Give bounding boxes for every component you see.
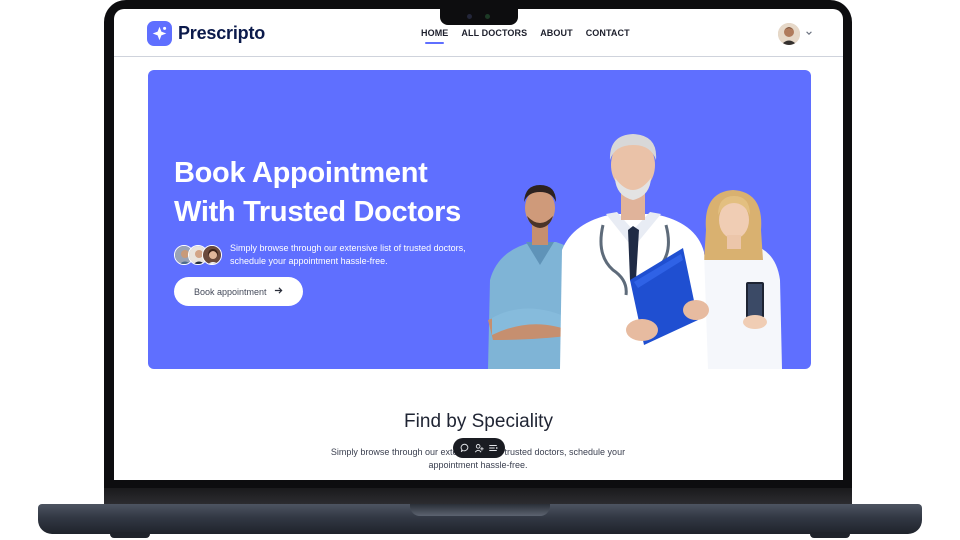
nav-link-contact[interactable]: CONTACT [586,28,630,38]
menu-list-icon[interactable] [487,442,499,454]
nav-link-about[interactable]: ABOUT [540,28,573,38]
user-add-icon[interactable] [473,442,485,454]
hero-subtitle: Simply browse through our extensive list… [230,242,480,268]
laptop-opening-notch [410,504,550,516]
laptop-foot [110,532,150,538]
profile-menu[interactable] [778,23,813,45]
floating-toolbar [453,438,505,458]
nav-link-home[interactable]: HOME [421,28,448,44]
laptop-foot [810,532,850,538]
book-appointment-label: Book appointment [194,286,267,297]
hero-subtitle-line: Simply browse through our extensive list… [230,243,466,253]
speciality-subtitle-line: appointment hassle-free. [428,460,528,470]
hero-banner: Book Appointment With Trusted Doctors Si… [148,70,811,369]
group-profiles-icon [174,245,222,265]
doctor-figure-center [560,134,709,369]
laptop-screen: Prescripto HOME ALL DOCTORS ABOUT CONTAC… [114,9,843,480]
hero-title-line: With Trusted Doctors [174,196,461,228]
brand-logo[interactable]: Prescripto [147,21,265,46]
hero-description: Simply browse through our extensive list… [174,242,480,268]
hero-subtitle-line: schedule your appointment hassle-free. [230,256,388,266]
camera-notch [440,9,518,25]
laptop-hinge [104,488,852,504]
logo-icon [147,21,172,46]
comment-icon[interactable] [459,442,471,454]
camera-indicator [485,14,490,19]
doctors-group-image [488,134,782,369]
speciality-title: Find by Speciality [404,411,553,432]
nav-link-all-doctors[interactable]: ALL DOCTORS [461,28,527,38]
nav-links: HOME ALL DOCTORS ABOUT CONTACT [421,28,630,44]
book-appointment-button[interactable]: Book appointment [174,277,303,306]
doctor-avatar [202,245,222,265]
brand-name: Prescripto [178,23,266,43]
user-avatar[interactable] [778,23,800,45]
chevron-down-icon[interactable] [805,29,813,39]
camera-sensor [467,14,472,19]
arrow-right-icon [274,286,283,297]
hero-title: Book Appointment With Trusted Doctors [174,154,494,232]
hero-title-line: Book Appointment [174,157,428,189]
